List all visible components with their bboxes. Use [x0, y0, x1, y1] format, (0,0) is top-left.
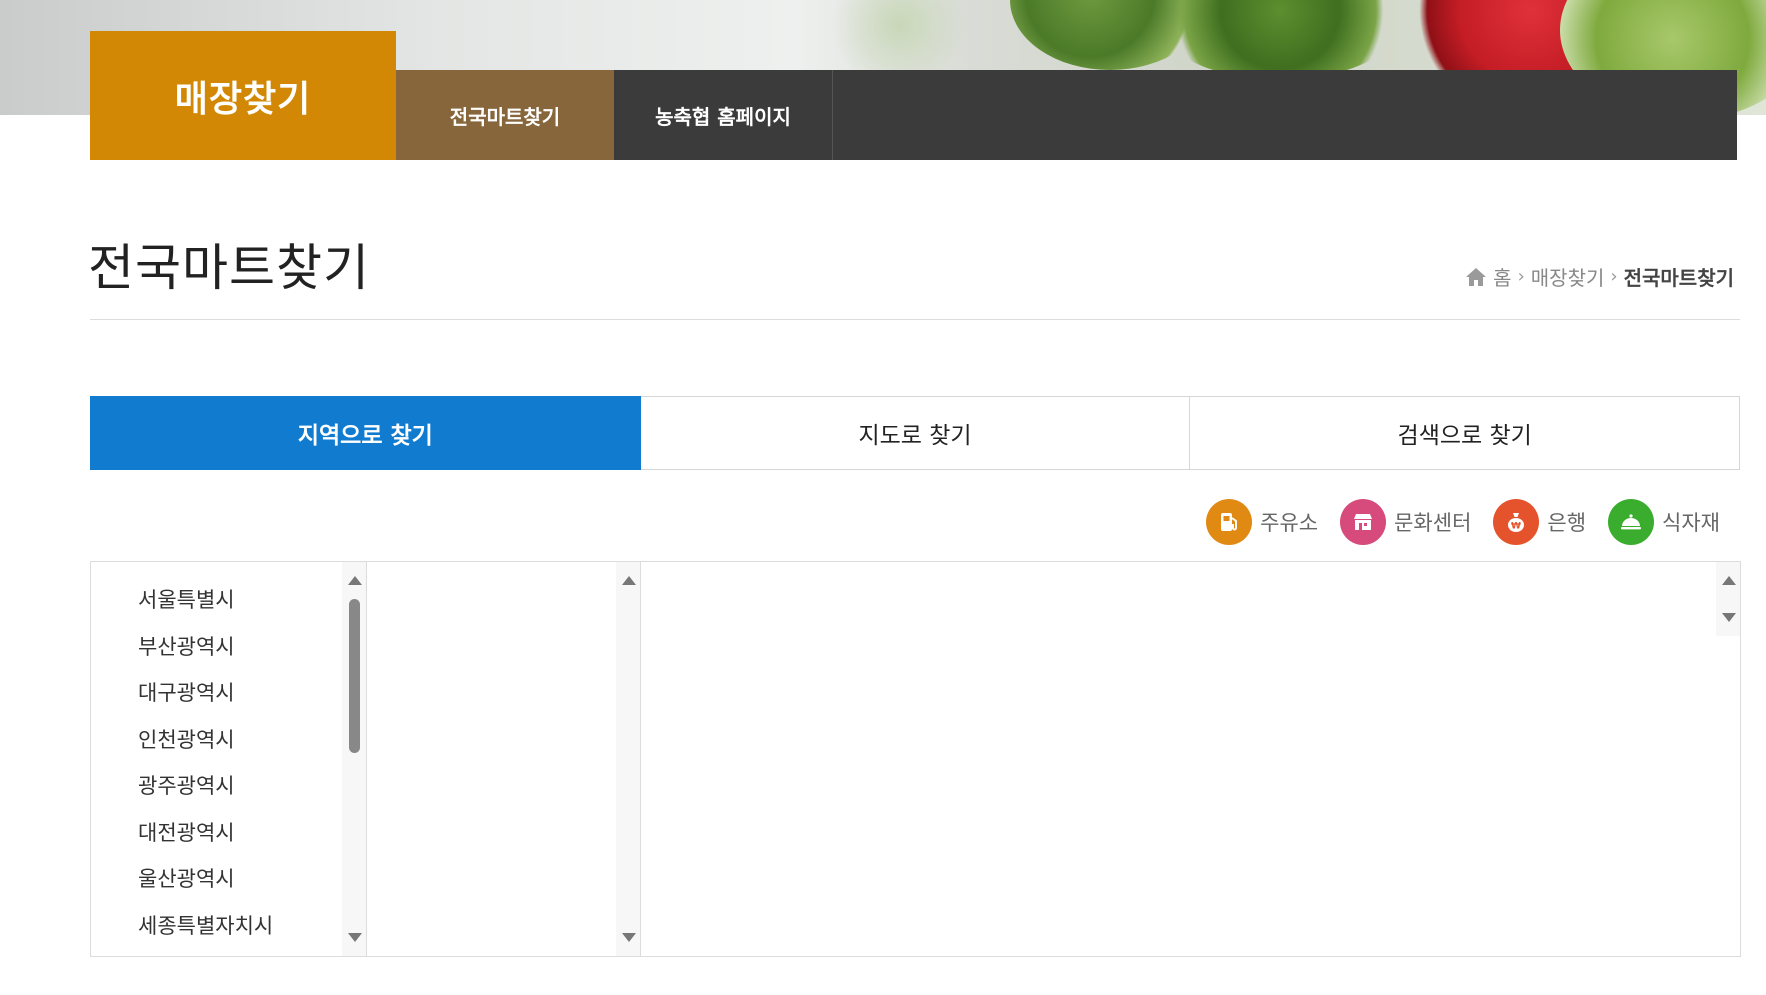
region-item[interactable]: 부산광역시 — [138, 629, 366, 676]
region-item[interactable]: 대구광역시 — [138, 675, 366, 722]
top-nav: 전국마트찾기 농축협 홈페이지 — [396, 70, 1737, 160]
legend-bank: ₩ 은행 — [1493, 499, 1586, 545]
scroll-down-arrow-icon[interactable] — [348, 933, 362, 942]
tab-label: 검색으로 찾기 — [1397, 423, 1532, 449]
breadcrumb-home[interactable]: 홈 — [1493, 262, 1511, 291]
region-item[interactable]: 광주광역시 — [138, 768, 366, 815]
scroll-up-arrow-icon[interactable] — [348, 576, 362, 585]
legend-label: 주유소 — [1260, 511, 1319, 535]
legend-gas-station: 주유소 — [1206, 499, 1318, 545]
region-item[interactable]: 울산광역시 — [138, 861, 366, 908]
page-title: 전국마트찾기 — [88, 239, 370, 297]
home-icon[interactable] — [1465, 267, 1487, 287]
region-list-panel: 서울특별시 부산광역시 대구광역시 인천광역시 광주광역시 대전광역시 울산광역… — [91, 562, 367, 956]
scroll-up-arrow-icon[interactable] — [1722, 576, 1736, 585]
hero-vegetable-image — [820, 0, 980, 80]
region-selector: 서울특별시 부산광역시 대구광역시 인천광역시 광주광역시 대전광역시 울산광역… — [90, 561, 1741, 957]
chevron-right-icon: › — [1517, 266, 1525, 287]
tab-label: 지역으로 찾기 — [297, 423, 433, 449]
svg-text:₩: ₩ — [1511, 522, 1521, 532]
food-dome-icon — [1608, 499, 1655, 545]
gas-station-icon — [1206, 499, 1253, 545]
tab-region[interactable]: 지역으로 찾기 — [90, 396, 641, 470]
region-scrollbar[interactable] — [342, 562, 366, 956]
scroll-thumb[interactable] — [349, 599, 360, 753]
legend-label: 문화센터 — [1394, 511, 1472, 535]
legend-culture-center: 문화센터 — [1340, 499, 1471, 545]
money-bag-icon: ₩ — [1493, 499, 1540, 545]
hero-vegetable-image — [1150, 0, 1410, 80]
breadcrumb: 홈 › 매장찾기 › 전국마트찾기 — [1465, 262, 1734, 291]
facility-legend: 주유소 문화센터 ₩ 은행 식자재 — [1206, 499, 1720, 545]
legend-label: 식자재 — [1662, 511, 1720, 535]
tab-search[interactable]: 검색으로 찾기 — [1190, 396, 1741, 470]
nav-item-label: 전국마트찾기 — [449, 104, 561, 129]
region-item[interactable]: 대전광역시 — [138, 815, 366, 862]
legend-food-ingredients: 식자재 — [1608, 499, 1720, 545]
section-title-box: 매장찾기 — [90, 31, 396, 160]
scroll-down-arrow-icon[interactable] — [1722, 613, 1736, 622]
chevron-right-icon: › — [1610, 266, 1618, 287]
region-item[interactable]: 인천광역시 — [138, 722, 366, 769]
scroll-up-arrow-icon[interactable] — [622, 576, 636, 585]
search-tabs: 지역으로 찾기 지도로 찾기 검색으로 찾기 — [90, 396, 1741, 470]
breadcrumb-store-find[interactable]: 매장찾기 — [1531, 262, 1605, 291]
legend-label: 은행 — [1547, 511, 1587, 535]
nav-item-label: 농축협 홈페이지 — [655, 104, 791, 129]
nav-item-nh-homepage[interactable]: 농축협 홈페이지 — [614, 70, 833, 160]
region-item[interactable]: 서울특별시 — [138, 582, 366, 629]
store-list-panel — [641, 562, 1740, 956]
nav-item-national-mart[interactable]: 전국마트찾기 — [396, 70, 614, 160]
region-list: 서울특별시 부산광역시 대구광역시 인천광역시 광주광역시 대전광역시 울산광역… — [91, 562, 366, 954]
district-scrollbar[interactable] — [616, 562, 640, 956]
store-scrollbar[interactable] — [1716, 562, 1740, 636]
divider — [90, 319, 1740, 320]
store-icon — [1340, 499, 1387, 545]
district-list-panel — [367, 562, 641, 956]
region-item[interactable]: 세종특별자치시 — [138, 908, 366, 955]
tab-label: 지도로 찾기 — [858, 423, 972, 449]
scroll-down-arrow-icon[interactable] — [622, 933, 636, 942]
breadcrumb-current: 전국마트찾기 — [1623, 266, 1734, 290]
section-title: 매장찾기 — [174, 78, 312, 120]
tab-map[interactable]: 지도로 찾기 — [640, 396, 1191, 470]
